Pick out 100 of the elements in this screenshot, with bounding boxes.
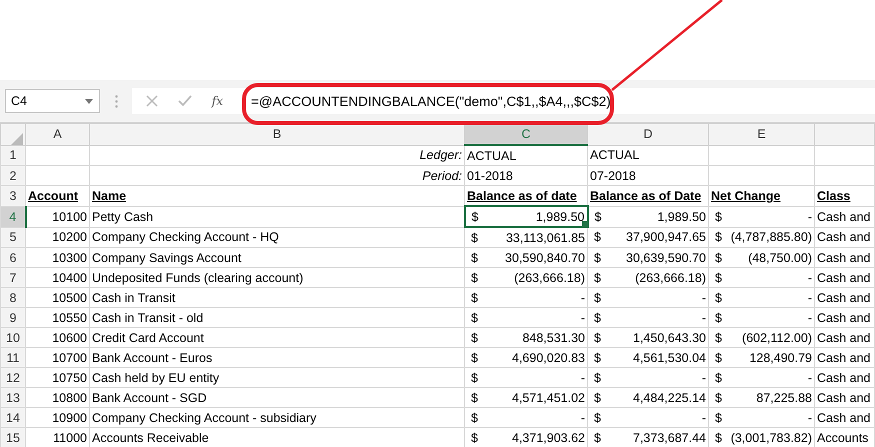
row-header[interactable]: 10 (0, 328, 26, 348)
formula-field[interactable]: =@ACCOUNTENDINGBALANCE("demo",C$1,,$A4,,,$C$2) (237, 88, 875, 114)
amount-value: 1,989.50 (536, 210, 584, 224)
account-name: Credit Card Account (92, 330, 204, 344)
currency-sign: $ (471, 390, 478, 404)
name-box[interactable]: C4 (5, 89, 100, 113)
row-header[interactable]: 5 (0, 227, 26, 248)
amount-value: 37,900,947.65 (626, 230, 706, 244)
currency-sign: $ (594, 310, 601, 324)
amount-value: - (580, 370, 585, 384)
row-header[interactable]: 15 (0, 428, 26, 447)
account-name: Accounts Receivable (92, 430, 209, 444)
currency-sign: $ (715, 410, 722, 424)
account-number: 10900 (52, 410, 87, 424)
amount-value: - (808, 370, 812, 384)
account-number: 10300 (52, 250, 87, 264)
amount-value: (48,750.00) (748, 250, 812, 264)
account-class: Cash and (817, 350, 871, 364)
currency-sign: $ (471, 290, 478, 304)
row-header[interactable]: 3 (0, 186, 26, 206)
column-heading: Account (28, 188, 78, 203)
amount-value: 87,225.88 (756, 390, 812, 404)
row-header[interactable]: 7 (0, 268, 26, 288)
currency-sign: $ (715, 250, 722, 264)
column-header[interactable]: A (26, 124, 90, 145)
account-class: Cash and (817, 310, 871, 324)
amount-value: - (580, 310, 585, 324)
currency-sign: $ (471, 310, 478, 324)
amount-value: 7,373,687.44 (633, 430, 706, 444)
account-number: 10200 (52, 230, 87, 244)
row-header[interactable]: 4 (0, 206, 26, 227)
account-number: 10800 (52, 390, 87, 404)
currency-sign: $ (715, 290, 722, 304)
amount-value: 4,561,530.04 (633, 350, 706, 364)
account-number: 10600 (52, 330, 87, 344)
account-class: Cash and (817, 290, 871, 304)
currency-sign: $ (715, 310, 722, 324)
account-class: Cash and (817, 330, 871, 344)
amount-value: 30,639,590.70 (626, 250, 706, 264)
row-header[interactable]: 9 (0, 308, 26, 328)
amount-value: 4,571,451.02 (512, 390, 585, 404)
column-header[interactable]: D (588, 124, 708, 145)
cell-text: ACTUAL (467, 148, 516, 162)
account-class: Cash and (817, 410, 871, 424)
currency-sign: $ (594, 370, 601, 384)
column-header[interactable]: E (708, 124, 814, 145)
account-name: Company Checking Account - subsidiary (92, 410, 316, 424)
amount-value: - (702, 310, 706, 324)
account-class: Cash and (817, 390, 871, 404)
currency-sign: $ (594, 270, 601, 284)
row-header[interactable]: 12 (0, 368, 26, 388)
amount-value: - (808, 290, 812, 304)
amount-value: 848,531.30 (522, 330, 585, 344)
column-header[interactable]: C (464, 124, 588, 145)
amount-value: - (808, 410, 812, 424)
amount-value: (602,112.00) (742, 330, 812, 344)
account-name: Cash held by EU entity (92, 370, 220, 384)
account-number: 10500 (52, 290, 87, 304)
amount-value: - (808, 310, 812, 324)
row-header[interactable]: 1 (0, 145, 26, 166)
account-number: 11000 (53, 430, 87, 444)
amount-value: - (580, 290, 585, 304)
column-header[interactable]: B (90, 124, 464, 145)
account-class: Cash and (817, 370, 871, 384)
account-name: Undeposited Funds (clearing account) (92, 270, 304, 284)
row-header[interactable]: 8 (0, 288, 26, 308)
cancel-icon[interactable] (146, 95, 158, 107)
column-heading: Name (92, 188, 126, 203)
currency-sign: $ (715, 350, 722, 364)
currency-sign: $ (594, 410, 601, 424)
cell-label: Period: (422, 168, 462, 182)
currency-sign: $ (471, 430, 478, 444)
amount-value: (263,666.18) (635, 270, 706, 284)
account-number: 10100 (52, 210, 87, 224)
amount-value: 4,484,225.14 (633, 390, 706, 404)
check-icon[interactable] (178, 95, 192, 107)
amount-value: 1,450,643.30 (633, 330, 706, 344)
account-class: Accounts (817, 430, 868, 444)
currency-sign: $ (594, 430, 601, 444)
row-header[interactable]: 11 (0, 348, 26, 368)
row-header[interactable]: 2 (0, 166, 26, 186)
amount-value: - (702, 290, 706, 304)
currency-sign: $ (472, 210, 478, 224)
currency-sign: $ (471, 230, 478, 244)
currency-sign: $ (471, 350, 478, 364)
insert-function-button[interactable]: fx (212, 94, 224, 108)
account-number: 10550 (52, 310, 87, 324)
column-heading: Balance as of Date (590, 188, 702, 203)
amount-value: - (808, 210, 812, 224)
amount-value: (263,666.18) (514, 270, 585, 284)
currency-sign: $ (594, 290, 601, 304)
row-header[interactable]: 14 (0, 408, 26, 428)
row-header[interactable]: 13 (0, 388, 26, 408)
account-class: Cash and (817, 250, 871, 264)
cell-label: Ledger: (420, 148, 462, 162)
row-header[interactable]: 6 (0, 248, 26, 268)
account-name: Petty Cash (92, 210, 154, 224)
currency-sign: $ (715, 330, 722, 344)
amount-value: 4,690,020.83 (512, 350, 585, 364)
currency-sign: $ (471, 270, 478, 284)
